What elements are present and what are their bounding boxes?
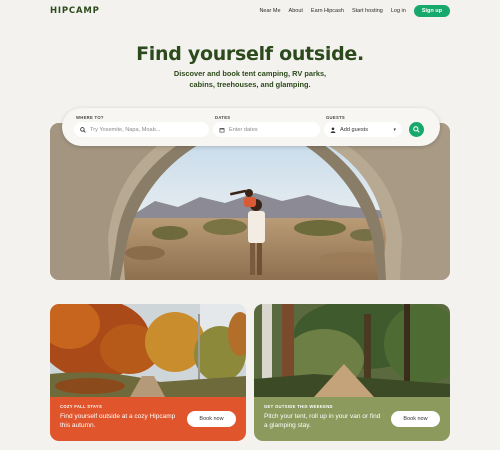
- nav-near-me-link[interactable]: Near Me: [259, 8, 280, 14]
- guests-field: GUESTS Add guests ▾: [324, 115, 402, 137]
- book-now-button[interactable]: Book now: [391, 411, 440, 427]
- autumn-forest-image: [50, 304, 246, 397]
- search-bar: WHERE TO? Try Yosemite, Napa, Moab... DA…: [62, 108, 440, 146]
- where-label: WHERE TO?: [76, 115, 104, 120]
- where-field: WHERE TO? Try Yosemite, Napa, Moab...: [74, 115, 209, 137]
- promo-eyebrow: COZY FALL STAYS: [60, 404, 103, 409]
- nav-about-link[interactable]: About: [289, 8, 303, 14]
- hero-title: Find yourself outside.: [136, 43, 364, 65]
- promo-title: Pitch your tent, roll up in your van or …: [264, 413, 381, 429]
- promo-card-weekend[interactable]: GET OUTSIDE THIS WEEKEND Pitch your tent…: [254, 304, 450, 441]
- top-nav: Near Me About Earn Hipcash Start hosting…: [259, 5, 450, 17]
- nav-log-in-link[interactable]: Log in: [391, 8, 406, 14]
- person-icon: [330, 126, 336, 133]
- where-placeholder: Try Yosemite, Napa, Moab...: [90, 126, 161, 133]
- search-submit-button[interactable]: [409, 122, 424, 137]
- hero-subtitle: Discover and book tent camping, RV parks…: [173, 69, 327, 89]
- where-input[interactable]: Try Yosemite, Napa, Moab...: [74, 122, 209, 137]
- book-now-button[interactable]: Book now: [187, 411, 236, 427]
- dates-placeholder: Enter dates: [229, 126, 258, 133]
- promo-panel: GET OUTSIDE THIS WEEKEND Pitch your tent…: [254, 397, 450, 441]
- hero-photo: [50, 123, 450, 280]
- dates-field: DATES Enter dates: [213, 115, 320, 137]
- search-icon: [80, 126, 86, 133]
- hipcamp-logo[interactable]: HIPCAMP: [50, 6, 100, 16]
- promo-eyebrow: GET OUTSIDE THIS WEEKEND: [264, 404, 333, 409]
- tent-desert-illustration: [50, 123, 450, 280]
- promo-card-autumn[interactable]: COZY FALL STAYS Find yourself outside at…: [50, 304, 246, 441]
- site-header: HIPCAMP Near Me About Earn Hipcash Start…: [0, 0, 500, 24]
- chevron-down-icon: ▾: [393, 126, 396, 133]
- promo-title: Find yourself outside at a cozy Hipcamp …: [60, 413, 176, 429]
- nav-earn-hipcash-link[interactable]: Earn Hipcash: [311, 8, 344, 14]
- dates-label: DATES: [215, 115, 231, 120]
- guests-label: GUESTS: [326, 115, 346, 120]
- guests-value: Add guests: [340, 126, 368, 133]
- calendar-icon: [219, 127, 225, 132]
- forest-tent-image: [254, 304, 450, 397]
- nav-start-hosting-link[interactable]: Start hosting: [352, 8, 383, 14]
- guests-select[interactable]: Add guests ▾: [324, 122, 402, 137]
- dates-input[interactable]: Enter dates: [213, 122, 320, 137]
- sign-up-button[interactable]: Sign up: [413, 5, 450, 17]
- promo-panel: COZY FALL STAYS Find yourself outside at…: [50, 397, 246, 441]
- search-icon: [413, 126, 420, 133]
